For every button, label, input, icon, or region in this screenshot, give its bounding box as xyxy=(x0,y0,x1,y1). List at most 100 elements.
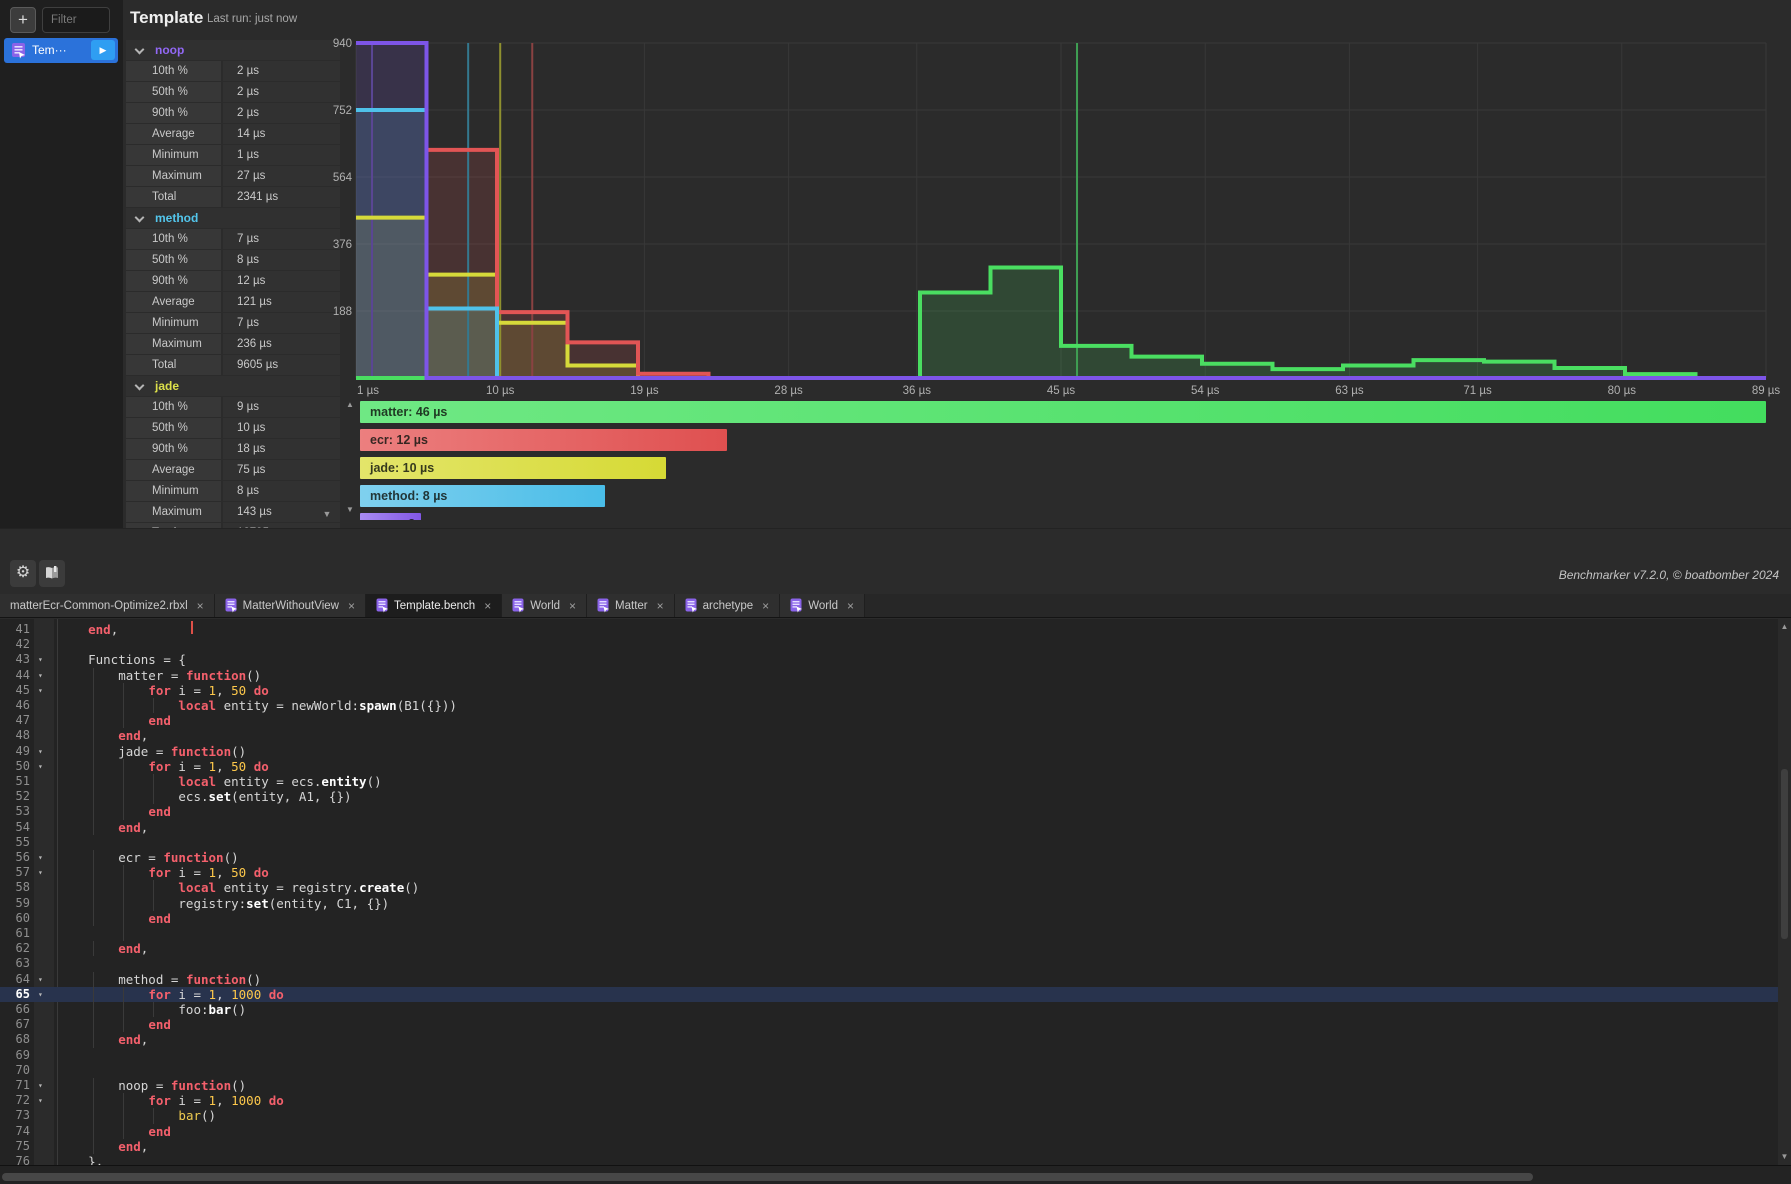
y-axis-tick-label: 940 xyxy=(333,38,352,50)
close-icon[interactable]: × xyxy=(348,599,355,613)
stats-section-header[interactable]: jade xyxy=(126,376,340,396)
code-line[interactable]: 63 xyxy=(0,956,1778,971)
add-benchmark-button[interactable]: + xyxy=(10,7,36,33)
line-number: 53 xyxy=(0,804,30,819)
tab-template-bench[interactable]: Template.bench× xyxy=(366,594,502,617)
close-icon[interactable]: × xyxy=(847,599,854,613)
code-line[interactable]: 67 end xyxy=(0,1017,1778,1032)
code-line[interactable]: 57▾ for i = 1, 50 do xyxy=(0,865,1778,880)
stats-scroll-down-icon[interactable]: ▼ xyxy=(318,506,336,522)
tab-matter[interactable]: Matter× xyxy=(587,594,675,617)
fold-arrow-icon[interactable]: ▾ xyxy=(38,759,43,774)
tab-world[interactable]: World× xyxy=(502,594,587,617)
legend-bar[interactable]: matter: 46 µs xyxy=(360,401,1766,423)
stats-section-header[interactable]: method xyxy=(126,208,340,228)
docs-button[interactable] xyxy=(39,560,65,587)
code-line[interactable]: 55 xyxy=(0,835,1778,850)
close-icon[interactable]: × xyxy=(762,599,769,613)
editor-vertical-scrollbar[interactable]: ▲ ▼ xyxy=(1778,619,1791,1165)
code-line[interactable]: 71▾ noop = function() xyxy=(0,1078,1778,1093)
legend-scroll-down-icon[interactable]: ▼ xyxy=(344,504,356,516)
close-icon[interactable]: × xyxy=(657,599,664,613)
code-line[interactable]: 64▾ method = function() xyxy=(0,972,1778,987)
fold-arrow-icon[interactable]: ▾ xyxy=(38,1078,43,1093)
code-line[interactable]: 66 foo:bar() xyxy=(0,1002,1778,1017)
editor-horizontal-scrollbar[interactable] xyxy=(0,1165,1791,1184)
stat-label: 50th % xyxy=(126,250,221,270)
code-line[interactable]: 68 end, xyxy=(0,1032,1778,1047)
close-icon[interactable]: × xyxy=(197,599,204,613)
code-line[interactable]: 73 bar() xyxy=(0,1108,1778,1123)
code-text: jade = function() xyxy=(58,744,246,759)
code-text: Functions = { xyxy=(58,652,186,667)
code-line[interactable]: 45▾ for i = 1, 50 do xyxy=(0,683,1778,698)
fold-arrow-icon[interactable]: ▾ xyxy=(38,1093,43,1108)
fold-arrow-icon[interactable]: ▾ xyxy=(38,865,43,880)
stats-row: 50th %8 µs xyxy=(126,250,340,270)
legend-bar[interactable]: ecr: 12 µs xyxy=(360,429,727,451)
code-line[interactable]: 69 xyxy=(0,1048,1778,1063)
code-line[interactable]: 61 xyxy=(0,926,1778,941)
filter-input[interactable] xyxy=(42,7,110,33)
code-line[interactable]: 48 end, xyxy=(0,728,1778,743)
code-text: bar() xyxy=(58,1108,216,1123)
scroll-up-icon[interactable]: ▲ xyxy=(1778,621,1791,633)
fold-arrow-icon[interactable]: ▾ xyxy=(38,850,43,865)
code-line[interactable]: 60 end xyxy=(0,911,1778,926)
stats-row: 50th %2 µs xyxy=(126,82,340,102)
close-icon[interactable]: × xyxy=(484,599,491,613)
code-line[interactable]: 46 local entity = newWorld:spawn(B1({})) xyxy=(0,698,1778,713)
fold-arrow-icon[interactable]: ▾ xyxy=(38,972,43,987)
code-line[interactable]: 42 xyxy=(0,637,1778,652)
code-line[interactable]: 43 ▾ Functions = { xyxy=(0,652,1778,667)
code-line[interactable]: 59 registry:set(entity, C1, {}) xyxy=(0,896,1778,911)
tab-matterecr-common-optimize2-rbxl[interactable]: matterEcr-Common-Optimize2.rbxl× xyxy=(0,594,215,617)
code-text: local entity = ecs.entity() xyxy=(58,774,382,789)
code-line[interactable]: 51 local entity = ecs.entity() xyxy=(0,774,1778,789)
code-line[interactable]: 54 end, xyxy=(0,820,1778,835)
code-line[interactable]: 41 end, xyxy=(0,622,1778,637)
vertical-scroll-thumb[interactable] xyxy=(1781,769,1788,939)
code-line[interactable]: 65▾ for i = 1, 1000 do xyxy=(0,987,1778,1002)
line-number: 43 xyxy=(0,652,30,667)
fold-arrow-icon[interactable]: ▾ xyxy=(38,744,43,759)
code-line[interactable]: 58 local entity = registry.create() xyxy=(0,880,1778,895)
stats-section-header[interactable]: noop xyxy=(126,40,340,60)
code-line[interactable]: 47 end xyxy=(0,713,1778,728)
code-line[interactable]: 76 }, xyxy=(0,1154,1778,1165)
run-benchmark-button[interactable]: ▶ xyxy=(91,40,115,60)
fold-arrow-icon[interactable]: ▾ xyxy=(38,987,43,1002)
code-line[interactable]: 53 end xyxy=(0,804,1778,819)
code-line[interactable]: 52 ecs.set(entity, A1, {}) xyxy=(0,789,1778,804)
fold-arrow-icon[interactable]: ▾ xyxy=(38,668,43,683)
code-editor[interactable]: 41 end,4243 ▾ Functions = {44▾ matter = f… xyxy=(0,619,1778,1165)
stat-value: 121 µs xyxy=(223,292,340,312)
legend-bar[interactable]: jade: 10 µs xyxy=(360,457,666,479)
code-line[interactable]: 56▾ ecr = function() xyxy=(0,850,1778,865)
settings-button[interactable]: ⚙ xyxy=(10,560,36,587)
tab-matterwithoutview[interactable]: MatterWithoutView× xyxy=(215,594,366,617)
stat-label: 90th % xyxy=(126,103,221,123)
code-line[interactable]: 62 end, xyxy=(0,941,1778,956)
stats-row: Average75 µs xyxy=(126,460,340,480)
legend-scroll-up-icon[interactable]: ▲ xyxy=(344,399,356,411)
fold-arrow-icon[interactable]: ▾ xyxy=(38,683,43,698)
legend-bar[interactable]: method: 8 µs xyxy=(360,485,605,507)
tab-world[interactable]: World× xyxy=(780,594,865,617)
code-line[interactable]: 74 end xyxy=(0,1124,1778,1139)
legend-bar[interactable]: noop: 2 µs xyxy=(360,513,421,520)
code-line[interactable]: 75 end, xyxy=(0,1139,1778,1154)
close-icon[interactable]: × xyxy=(569,599,576,613)
scroll-down-icon[interactable]: ▼ xyxy=(1778,1151,1791,1163)
code-line[interactable]: 50▾ for i = 1, 50 do xyxy=(0,759,1778,774)
code-line[interactable]: 44▾ matter = function() xyxy=(0,668,1778,683)
code-line[interactable]: 72▾ for i = 1, 1000 do xyxy=(0,1093,1778,1108)
horizontal-scroll-thumb[interactable] xyxy=(2,1173,1533,1181)
stat-label: 10th % xyxy=(126,229,221,249)
x-axis-tick-label: 1 µs xyxy=(357,385,379,397)
code-line[interactable]: 49▾ jade = function() xyxy=(0,744,1778,759)
code-line[interactable]: 70 xyxy=(0,1063,1778,1078)
fold-arrow-icon[interactable]: ▾ xyxy=(38,652,43,667)
benchmark-list-item[interactable]: Tem··· ▶ xyxy=(4,38,118,63)
tab-archetype[interactable]: archetype× xyxy=(675,594,781,617)
